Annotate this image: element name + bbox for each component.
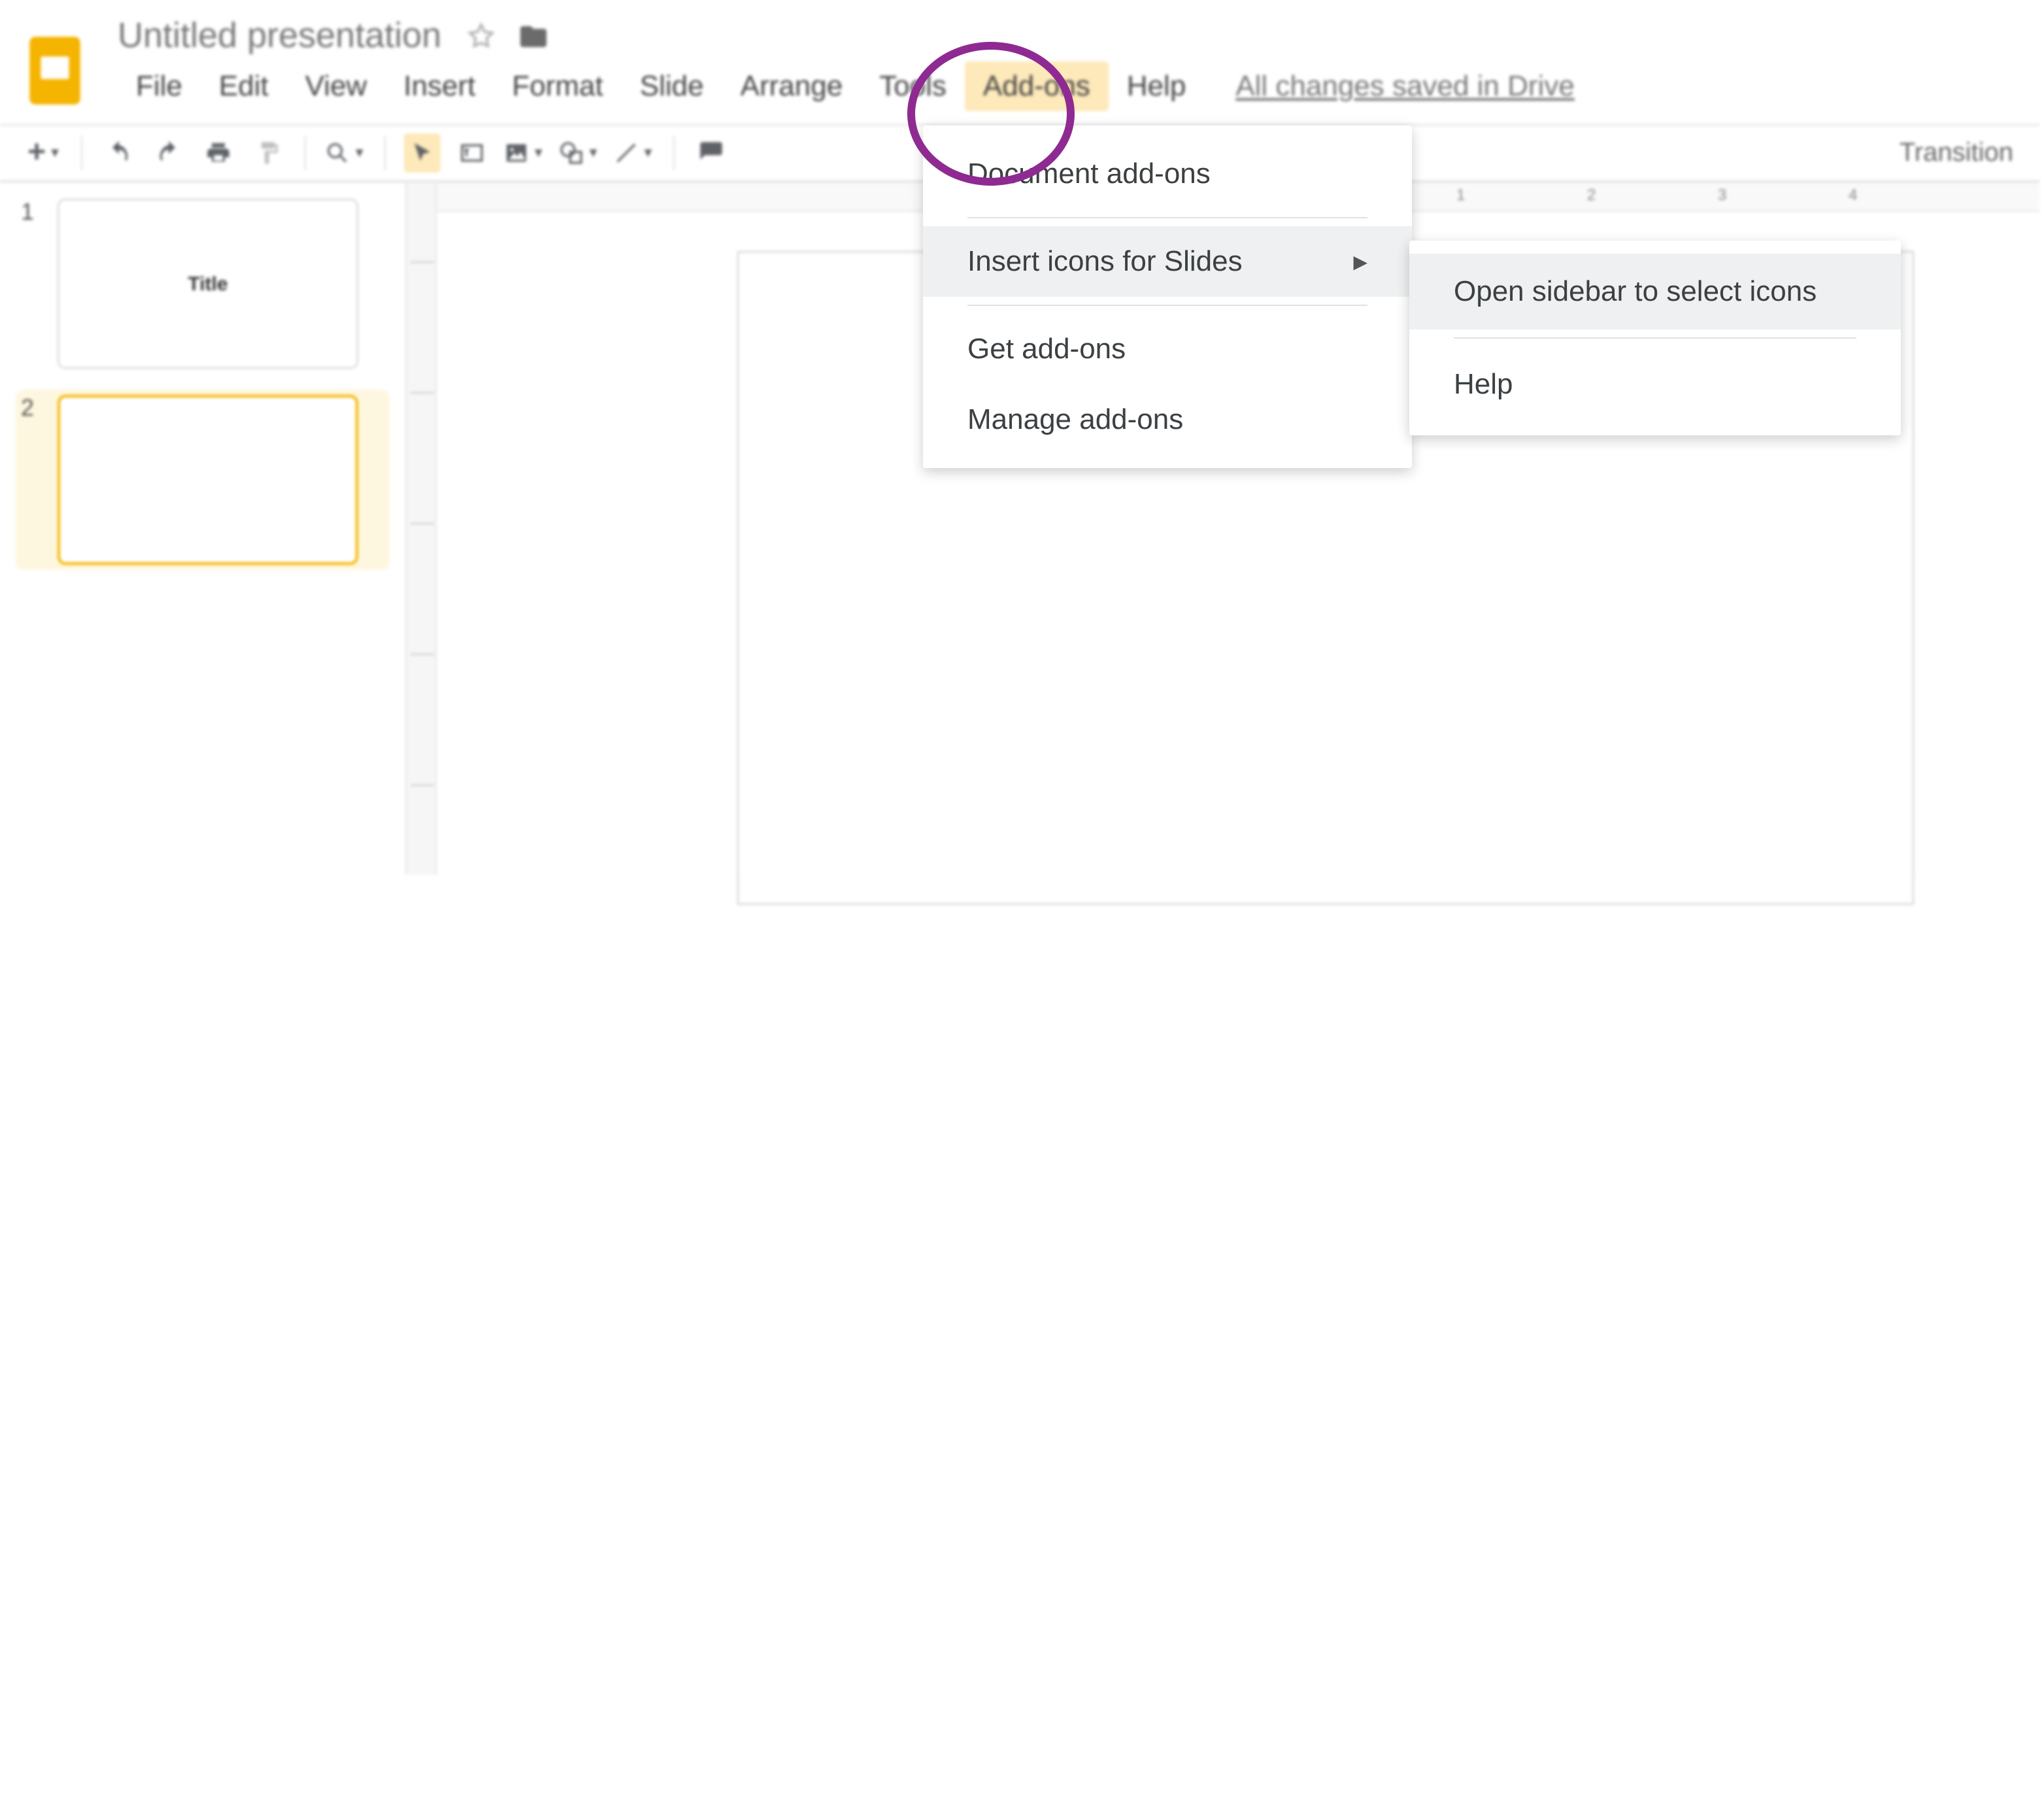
dd-item-label: Manage add-ons [967,403,1183,437]
dd-insert-icons[interactable]: Insert icons for Slides ▶ [923,226,1412,297]
dd-document-add-ons[interactable]: Document add-ons [923,139,1412,209]
sm-item-label: Help [1454,367,1513,400]
sm-item-label: Open sidebar to select icons [1454,275,1817,307]
sm-open-sidebar[interactable]: Open sidebar to select icons [1409,254,1901,329]
insert-icons-submenu: Open sidebar to select icons Help [1409,241,1901,435]
dropdown-separator [967,217,1367,218]
sm-help[interactable]: Help [1409,346,1901,422]
dd-get-add-ons[interactable]: Get add-ons [923,314,1412,384]
dd-item-label: Insert icons for Slides [967,244,1243,278]
dropdown-separator [967,305,1367,306]
dd-item-label: Document add-ons [967,157,1211,191]
dd-manage-add-ons[interactable]: Manage add-ons [923,384,1412,455]
add-ons-dropdown: Document add-ons Insert icons for Slides… [923,126,1412,468]
submenu-separator [1454,337,1856,339]
dd-item-label: Get add-ons [967,332,1126,366]
submenu-arrow-icon: ▶ [1353,250,1367,273]
